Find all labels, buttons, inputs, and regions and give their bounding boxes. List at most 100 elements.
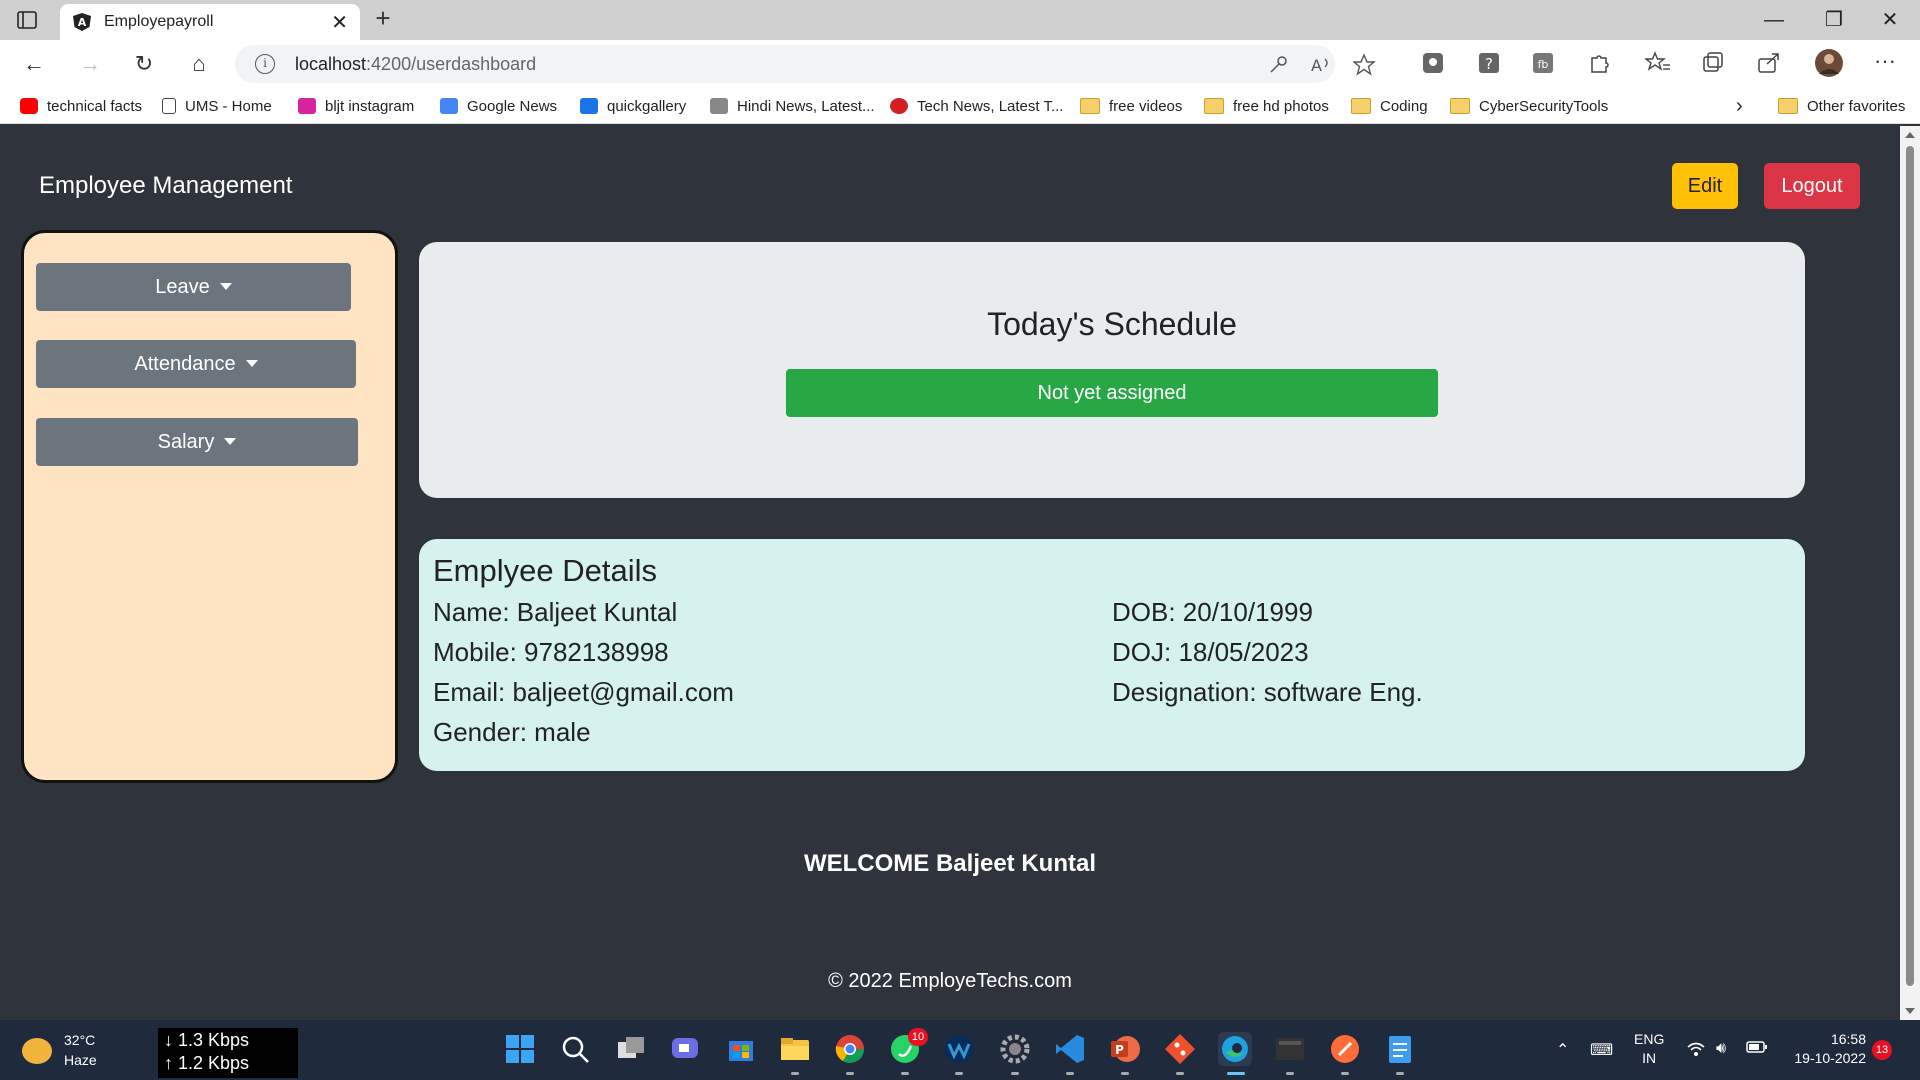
edge-icon[interactable] — [1218, 1032, 1252, 1066]
help-extension-icon[interactable]: ? — [1476, 50, 1502, 76]
clock[interactable]: 16:58 19-10-2022 — [1786, 1030, 1866, 1068]
address-bar[interactable]: i localhost:4200/userdashboard A — [235, 45, 1376, 83]
detail-dob: DOB: 20/10/1999 — [1112, 597, 1313, 627]
language-indicator[interactable]: ENG IN — [1634, 1030, 1664, 1068]
more-options-icon[interactable]: ··· — [1872, 50, 1898, 76]
youtube-icon — [20, 98, 38, 114]
bookmark-instagram[interactable]: bljt instagram — [298, 94, 414, 118]
profile-avatar[interactable] — [1814, 48, 1844, 78]
vscode-icon[interactable] — [1053, 1032, 1087, 1066]
forward-icon[interactable]: → — [74, 48, 106, 80]
bookmark-quickgallery[interactable]: quickgallery — [580, 94, 686, 118]
folder-icon — [1080, 98, 1100, 114]
share-icon[interactable] — [1756, 50, 1782, 76]
scroll-down-icon[interactable] — [1905, 1008, 1915, 1014]
chat-icon[interactable] — [668, 1032, 702, 1066]
battery-icon[interactable] — [1746, 1040, 1768, 1059]
fb-extension-icon[interactable]: fb — [1530, 50, 1556, 76]
folder-icon — [1778, 98, 1798, 114]
bookmark-free-videos[interactable]: free videos — [1080, 94, 1182, 118]
store-icon[interactable] — [724, 1032, 758, 1066]
whatsapp-badge: 10 — [908, 1028, 928, 1046]
caret-down-icon — [224, 437, 237, 445]
employee-details-card: Emplyee Details Name: Baljeet Kuntal Mob… — [419, 539, 1805, 771]
bookmark-google-news[interactable]: Google News — [440, 94, 557, 118]
schedule-card: Today's Schedule Not yet assigned — [419, 242, 1805, 498]
instagram-icon — [298, 98, 316, 114]
webex-icon[interactable] — [942, 1032, 976, 1066]
notification-badge[interactable]: 13 — [1872, 1040, 1892, 1060]
detail-designation: Designation: software Eng. — [1112, 677, 1423, 707]
camera-icon — [580, 98, 598, 114]
extension-icon[interactable] — [1420, 50, 1446, 76]
folder-icon — [1450, 98, 1470, 114]
home-icon[interactable]: ⌂ — [183, 48, 215, 80]
extensions-puzzle-icon[interactable] — [1586, 50, 1612, 76]
chrome-icon[interactable] — [833, 1032, 867, 1066]
site-info-icon[interactable]: i — [255, 54, 275, 74]
bookmark-tech-news[interactable]: Tech News, Latest T... — [890, 94, 1063, 118]
page-scrollbar[interactable] — [1900, 126, 1920, 1020]
welcome-message: WELCOME Baljeet Kuntal — [803, 850, 1097, 877]
file-explorer-icon[interactable] — [778, 1032, 812, 1066]
read-aloud-icon[interactable]: A — [1309, 53, 1333, 77]
settings-gear-icon[interactable] — [998, 1032, 1032, 1066]
close-tab-icon[interactable]: ✕ — [331, 10, 348, 35]
key-icon[interactable] — [1267, 53, 1291, 77]
leave-dropdown-button[interactable]: Leave — [36, 263, 351, 311]
details-heading: Emplyee Details — [433, 553, 657, 588]
tab-actions-icon[interactable] — [14, 8, 42, 32]
url-text: localhost:4200/userdashboard — [295, 54, 537, 74]
bookmark-hindi-news[interactable]: Hindi News, Latest... — [710, 94, 875, 118]
volume-icon[interactable]: 🔊︎ — [1716, 1040, 1726, 1058]
start-icon[interactable] — [503, 1032, 537, 1066]
detail-name: Name: Baljeet Kuntal — [433, 597, 678, 627]
bookmark-free-hd-photos[interactable]: free hd photos — [1204, 94, 1329, 118]
chevron-up-icon[interactable]: ⌃ — [1556, 1040, 1569, 1060]
git-icon[interactable] — [1163, 1032, 1197, 1066]
windows-taskbar: 32°C Haze ↓ 1.3 Kbps ↑ 1.2 Kbps 10 P ⌃ ⌨… — [0, 1020, 1920, 1080]
bookmark-coding[interactable]: Coding — [1351, 94, 1428, 118]
mysql-workbench-icon[interactable] — [1273, 1032, 1307, 1066]
minimize-icon[interactable]: — — [1754, 6, 1794, 34]
attendance-dropdown-button[interactable]: Attendance — [36, 340, 356, 388]
network-speed-meter: ↓ 1.3 Kbps ↑ 1.2 Kbps — [158, 1028, 298, 1078]
bookmark-cybersecuritytools[interactable]: CyberSecurityTools — [1450, 94, 1608, 118]
scrollbar-thumb[interactable] — [1906, 146, 1914, 986]
edit-button[interactable]: Edit — [1672, 163, 1738, 209]
tab-title: Employepayroll — [104, 13, 214, 30]
task-view-icon[interactable] — [614, 1032, 648, 1066]
postman-icon[interactable] — [1328, 1032, 1362, 1066]
back-icon[interactable]: ← — [18, 48, 50, 80]
collections-icon[interactable] — [1700, 50, 1726, 76]
caret-down-icon — [245, 359, 258, 367]
folder-icon — [1204, 98, 1224, 114]
favorites-icon[interactable] — [1644, 50, 1671, 76]
logout-button[interactable]: Logout — [1764, 163, 1860, 209]
wifi-icon[interactable] — [1686, 1040, 1706, 1063]
reload-icon[interactable]: ↻ — [128, 48, 160, 80]
app-brand[interactable]: Employee Management — [39, 172, 292, 200]
browser-tab[interactable]: A Employepayroll ✕ — [60, 4, 360, 40]
bookmark-ums-home[interactable]: UMS - Home — [162, 94, 272, 118]
svg-text:A: A — [1311, 56, 1322, 75]
new-tab-icon[interactable]: + — [368, 4, 398, 34]
bookmark-other-favorites[interactable]: Other favorites — [1778, 94, 1905, 118]
schedule-status-badge: Not yet assigned — [786, 369, 1438, 417]
caret-down-icon — [219, 282, 232, 290]
restore-icon[interactable]: ❐ — [1814, 6, 1854, 34]
news-icon — [710, 98, 728, 114]
scroll-up-icon[interactable] — [1905, 132, 1915, 138]
notepad-icon[interactable] — [1383, 1032, 1417, 1066]
search-icon[interactable] — [558, 1032, 592, 1066]
bookmark-technical-facts[interactable]: technical facts — [20, 94, 142, 118]
angular-icon: A — [72, 12, 92, 32]
powerpoint-icon[interactable]: P — [1108, 1032, 1142, 1066]
chevron-right-icon[interactable]: › — [1736, 94, 1743, 118]
schedule-title: Today's Schedule — [987, 306, 1237, 342]
window-close-icon[interactable]: ✕ — [1870, 6, 1910, 34]
add-favorite-icon[interactable] — [1352, 53, 1377, 77]
keyboard-icon[interactable]: ⌨ — [1590, 1040, 1613, 1060]
salary-dropdown-button[interactable]: Salary — [36, 418, 358, 466]
detail-doj: DOJ: 18/05/2023 — [1112, 637, 1309, 667]
